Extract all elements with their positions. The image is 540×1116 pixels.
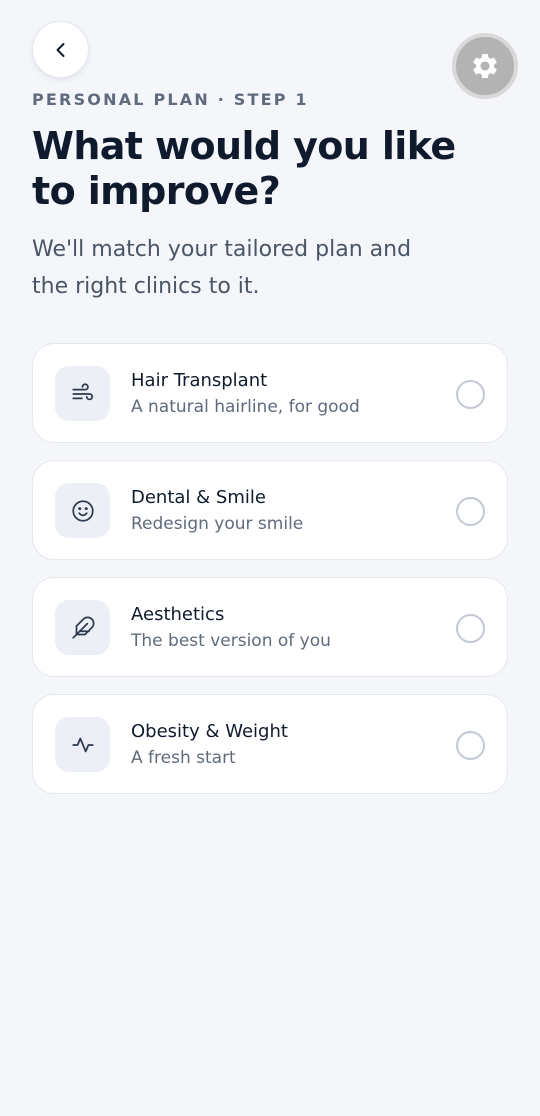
option-radio[interactable]: [456, 380, 485, 409]
settings-button[interactable]: [452, 33, 518, 99]
option-icon-tile: [55, 366, 110, 421]
smile-icon: [71, 499, 94, 522]
wind-icon: [71, 382, 93, 400]
step-eyebrow: PERSONAL PLAN · STEP 1: [32, 90, 309, 109]
chevron-left-icon: [56, 42, 64, 57]
option-radio[interactable]: [456, 731, 485, 760]
option-title: Hair Transplant: [131, 370, 268, 391]
option-dental-smile[interactable]: Dental & Smile Redesign your smile: [32, 460, 508, 560]
back-button[interactable]: [32, 21, 89, 78]
option-icon-tile: [55, 600, 110, 655]
option-obesity-weight[interactable]: Obesity & Weight A fresh start: [32, 694, 508, 794]
option-description: A fresh start: [131, 748, 236, 768]
option-description: Redesign your smile: [131, 514, 304, 534]
option-radio[interactable]: [456, 497, 485, 526]
gear-icon: [473, 53, 497, 78]
option-description: The best version of you: [131, 631, 331, 651]
option-icon-tile: [55, 717, 110, 772]
option-description: A natural hairline, for good: [131, 397, 360, 417]
activity-icon: [71, 737, 94, 752]
option-title: Dental & Smile: [131, 487, 266, 508]
onboarding-screen: PERSONAL PLAN · STEP 1 What would you li…: [0, 0, 540, 1116]
option-radio[interactable]: [456, 614, 485, 643]
option-aesthetics[interactable]: Aesthetics The best version of you: [32, 577, 508, 677]
goal-options-list: Hair Transplant A natural hairline, for …: [32, 343, 508, 811]
option-title: Obesity & Weight: [131, 721, 288, 742]
feather-icon: [71, 616, 94, 639]
page-title: What would you like to improve?: [32, 124, 456, 213]
option-title: Aesthetics: [131, 604, 225, 625]
option-hair-transplant[interactable]: Hair Transplant A natural hairline, for …: [32, 343, 508, 443]
page-subtitle: We'll match your tailored plan and the r…: [32, 237, 412, 299]
option-icon-tile: [55, 483, 110, 538]
